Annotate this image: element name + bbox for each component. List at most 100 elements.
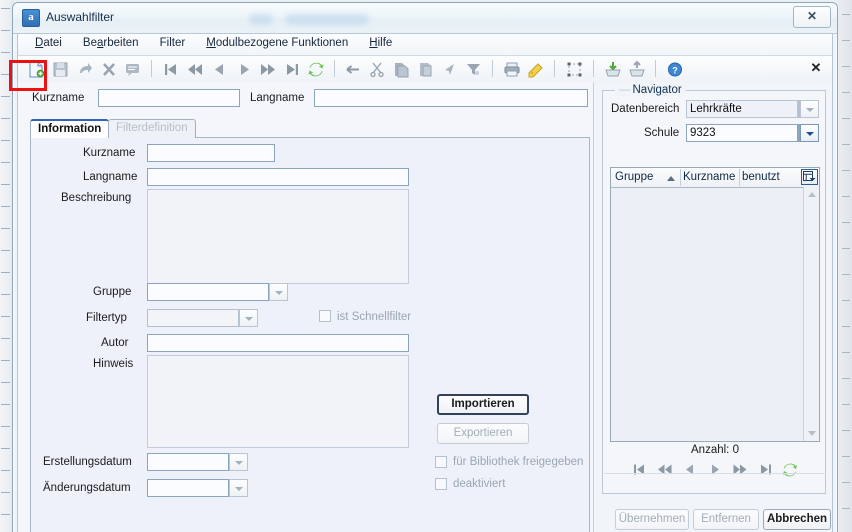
refresh-icon[interactable] xyxy=(305,58,326,80)
undo-icon[interactable] xyxy=(74,58,95,80)
grid-vertical-scrollbar[interactable] xyxy=(803,187,819,441)
nav-last-record-icon[interactable] xyxy=(754,460,776,480)
close-panel-icon[interactable]: ✕ xyxy=(808,60,824,76)
form-combo-gruppe[interactable] xyxy=(147,283,288,301)
form-label-gruppe: Gruppe xyxy=(93,286,132,298)
schule-input[interactable] xyxy=(686,124,798,142)
form-textarea-hinweis[interactable] xyxy=(147,355,409,448)
form-combo-erstellungsdatum[interactable] xyxy=(147,453,248,471)
export-basket-icon[interactable] xyxy=(626,58,647,80)
grid-header-row: Gruppe Kurzname benutzt xyxy=(611,168,819,188)
first-record-icon[interactable] xyxy=(160,58,181,80)
paste-icon[interactable] xyxy=(415,58,436,80)
grid-column-chooser-icon[interactable] xyxy=(801,169,818,185)
grid-column-kurzname[interactable]: Kurzname xyxy=(683,171,735,183)
ruler-tick xyxy=(842,300,850,301)
menu-item-datei[interactable]: Datei xyxy=(26,34,71,51)
ruler-tick xyxy=(842,14,850,15)
sort-ascending-icon[interactable] xyxy=(667,176,675,181)
dialog-window: a Auswahlfilter ✕ Datei Bearbeiten Filte… xyxy=(12,2,838,532)
prev-record-icon[interactable] xyxy=(209,58,230,80)
nav-next-page-icon[interactable] xyxy=(729,460,751,480)
delete-x-icon[interactable] xyxy=(98,58,119,80)
grid-column-separator[interactable] xyxy=(739,169,740,186)
form-input-langname[interactable] xyxy=(147,168,409,186)
form-label-autor: Autor xyxy=(101,337,129,349)
window-close-button[interactable]: ✕ xyxy=(793,6,831,28)
form-combo-filtertyp[interactable] xyxy=(147,309,258,327)
import-basket-icon[interactable] xyxy=(602,58,623,80)
menu-bar: Datei Bearbeiten Filter Modulbezogene Fu… xyxy=(18,34,832,56)
comment-icon[interactable] xyxy=(122,58,143,80)
redacted-region xyxy=(249,14,273,25)
navigator-footer: Übernehmen Entfernen Abbrechen xyxy=(611,509,835,532)
checkbox-ist-schnellfilter[interactable] xyxy=(319,310,331,322)
chevron-down-icon[interactable] xyxy=(239,309,258,327)
title-bar: a Auswahlfilter ✕ xyxy=(13,3,837,34)
checkbox-deaktiviert[interactable] xyxy=(435,478,447,490)
nav-prev-page-icon[interactable] xyxy=(654,460,676,480)
screen-root: a Auswahlfilter ✕ Datei Bearbeiten Filte… xyxy=(0,0,852,532)
help-icon[interactable]: ? xyxy=(664,58,685,80)
nav-prev-record-icon[interactable] xyxy=(679,460,701,480)
toolbar-separator xyxy=(333,60,335,77)
last-record-icon[interactable] xyxy=(281,58,302,80)
form-combo-aenderungsdatum[interactable] xyxy=(147,479,248,497)
grid-column-separator[interactable] xyxy=(680,169,681,186)
menu-item-filter[interactable]: Filter xyxy=(151,34,195,51)
chevron-down-icon[interactable] xyxy=(229,479,248,497)
ruler-tick xyxy=(842,248,850,249)
cut-scissors-icon[interactable] xyxy=(367,58,388,80)
ruler-tick xyxy=(1,338,10,339)
scroll-down-icon[interactable] xyxy=(804,426,819,441)
chevron-down-icon[interactable] xyxy=(229,453,248,471)
header-langname-input[interactable] xyxy=(314,89,588,107)
ruler-tick xyxy=(842,222,850,223)
menu-item-bearbeiten[interactable]: Bearbeiten xyxy=(74,34,148,51)
ruler-tick xyxy=(1,8,10,9)
schule-combo[interactable] xyxy=(798,124,819,142)
form-textarea-beschreibung[interactable] xyxy=(147,189,409,284)
new-document-icon[interactable] xyxy=(26,58,47,80)
undo-arrow-icon[interactable] xyxy=(439,58,460,80)
tab-information[interactable]: Information xyxy=(30,119,110,138)
abbrechen-button[interactable]: Abbrechen xyxy=(763,509,831,530)
tab-filterdefinition[interactable]: Filterdefinition xyxy=(108,119,196,138)
ruler-tick xyxy=(842,274,850,275)
svg-text:?: ? xyxy=(672,65,678,75)
menu-item-hilfe[interactable]: Hilfe xyxy=(360,34,401,51)
ruler-tick xyxy=(842,482,850,483)
chevron-down-icon xyxy=(800,100,819,118)
chevron-down-icon[interactable] xyxy=(800,124,819,142)
form-input-autor[interactable] xyxy=(147,334,409,352)
menu-item-modulbezogene-funktionen[interactable]: Modulbezogene Funktionen xyxy=(197,34,357,51)
importieren-button[interactable]: Importieren xyxy=(437,394,529,415)
copy-icon[interactable] xyxy=(391,58,412,80)
datenbereich-label: Datenbereich xyxy=(611,103,680,115)
form-input-kurzname[interactable] xyxy=(147,144,275,162)
scroll-up-icon[interactable] xyxy=(804,187,819,202)
print-icon[interactable] xyxy=(501,58,522,80)
tool-bar: ? ✕ xyxy=(18,56,832,83)
print-preview-icon[interactable] xyxy=(525,58,546,80)
next-page-icon[interactable] xyxy=(257,58,278,80)
grid-column-benutzt[interactable]: benutzt xyxy=(742,171,780,183)
save-icon[interactable] xyxy=(50,58,71,80)
navigator-title: Navigator xyxy=(615,84,686,96)
header-kurzname-input[interactable] xyxy=(98,89,240,107)
grid-column-gruppe[interactable]: Gruppe xyxy=(615,171,653,183)
ruler-tick xyxy=(1,448,10,449)
chevron-down-icon[interactable] xyxy=(269,283,288,301)
nav-next-record-icon[interactable] xyxy=(704,460,726,480)
prev-page-icon[interactable] xyxy=(184,58,205,80)
select-region-icon[interactable] xyxy=(564,58,585,80)
toolbar-separator xyxy=(654,60,656,77)
filter-funnel-icon[interactable] xyxy=(463,58,484,80)
next-record-icon[interactable] xyxy=(233,58,254,80)
record-count-label: Anzahl: 0 xyxy=(691,444,739,456)
checkbox-fuer-bibliothek-freigegeben[interactable] xyxy=(435,456,447,468)
tab-strip: Information Filterdefinition xyxy=(30,119,590,138)
nav-first-record-icon[interactable] xyxy=(629,460,651,480)
back-arrow-icon[interactable] xyxy=(343,58,364,80)
nav-refresh-icon[interactable] xyxy=(779,460,801,480)
